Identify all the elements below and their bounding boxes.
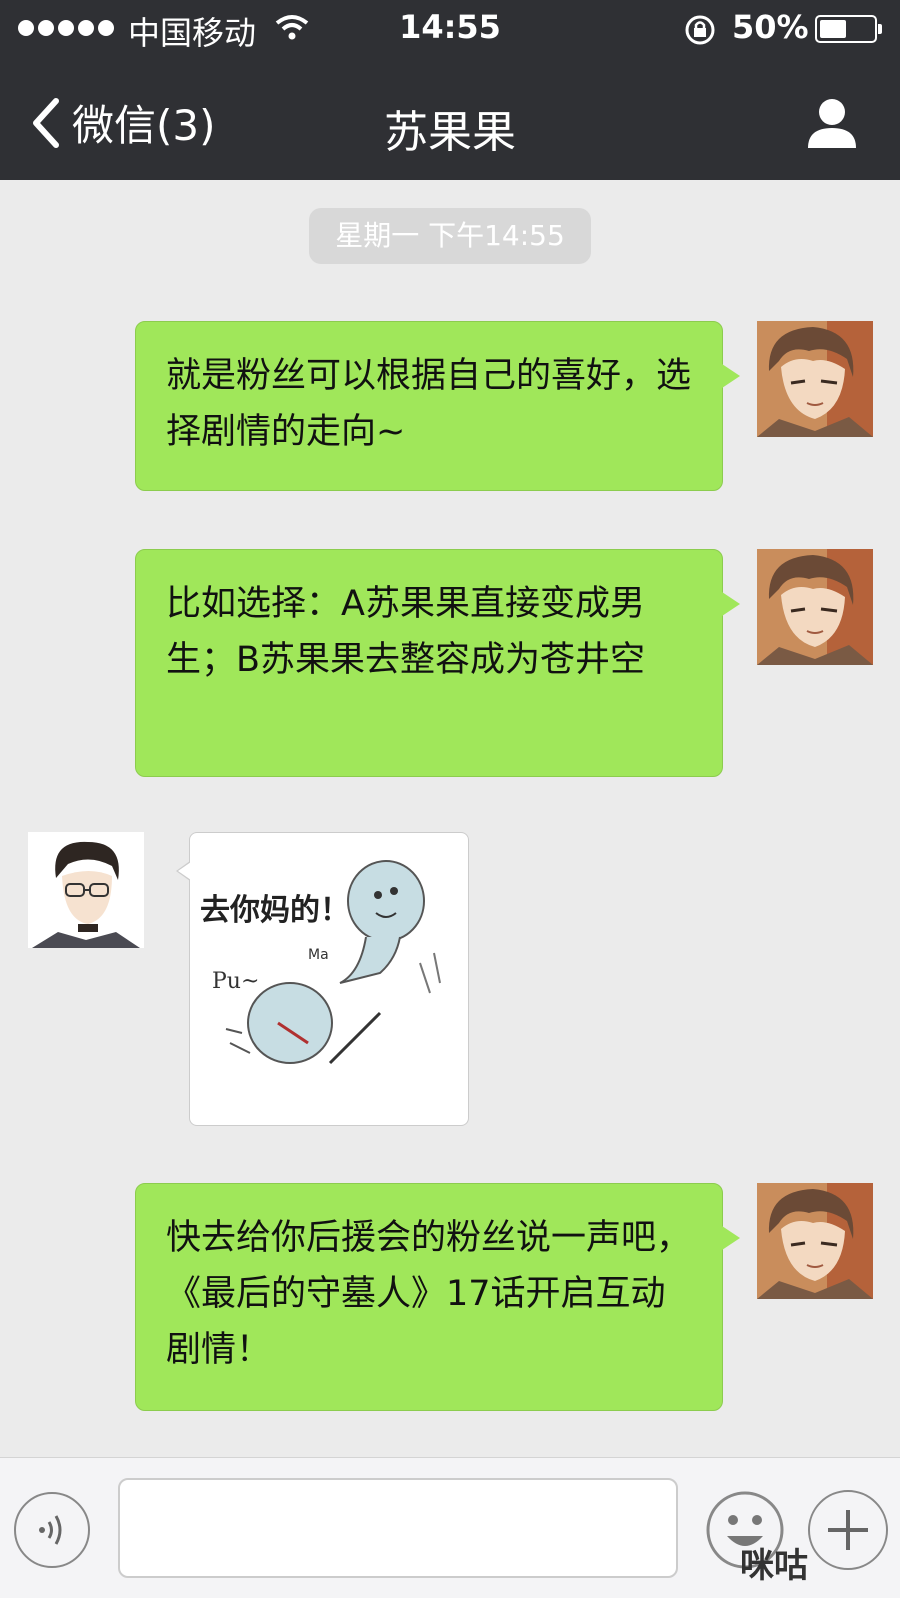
avatar-image	[757, 1183, 873, 1299]
self-avatar[interactable]	[757, 321, 873, 437]
top-bar: 中国移动 14:55 50% 微信(3) 苏果果	[0, 0, 900, 180]
message-bubble[interactable]: 就是粉丝可以根据自己的喜好，选择剧情的走向~	[135, 321, 740, 491]
voice-icon	[39, 1515, 62, 1545]
self-avatar[interactable]	[757, 549, 873, 665]
message-bubble[interactable]: 快去给你后援会的粉丝说一声吧，《最后的守墓人》17话开启互动剧情！	[135, 1183, 740, 1411]
message-text: 比如选择：A苏果果直接变成男生；B苏果果去整容成为苍井空	[166, 584, 646, 680]
watermark-logo: 咪咕	[740, 1546, 808, 1586]
voice-input-button[interactable]	[14, 1492, 90, 1568]
battery-icon	[815, 15, 882, 43]
self-avatar[interactable]	[757, 1183, 873, 1299]
avatar-image	[757, 321, 873, 437]
battery-percentage: 50%	[732, 8, 809, 46]
plus-icon	[828, 1510, 868, 1550]
avatar-image	[28, 832, 144, 948]
avatar-image	[757, 549, 873, 665]
message-text: 就是粉丝可以根据自己的喜好，选择剧情的走向~	[166, 356, 692, 452]
message-bubble[interactable]: 比如选择：A苏果果直接变成男生；B苏果果去整容成为苍井空	[135, 549, 740, 777]
message-input[interactable]	[118, 1478, 678, 1578]
sticker-sound-text: Pu~	[212, 969, 260, 994]
contact-avatar[interactable]	[28, 832, 144, 948]
message-timestamp: 星期一 下午14:55	[309, 208, 591, 264]
status-bar: 中国移动 14:55 50%	[0, 0, 900, 58]
battery-fill	[820, 20, 846, 38]
contact-profile-icon[interactable]	[804, 94, 860, 150]
navigation-bar: 微信(3) 苏果果	[0, 80, 900, 180]
chat-title: 苏果果	[384, 107, 516, 158]
rotation-lock-icon	[685, 15, 715, 45]
sticker-message[interactable]: 去你妈的！ Pu~ Ma	[176, 832, 469, 1126]
sticker-sound-text: Ma	[308, 947, 329, 963]
more-options-button[interactable]	[808, 1490, 888, 1570]
message-text: 快去给你后援会的粉丝说一声吧，《最后的守墓人》17话开启互动剧情！	[166, 1218, 692, 1370]
